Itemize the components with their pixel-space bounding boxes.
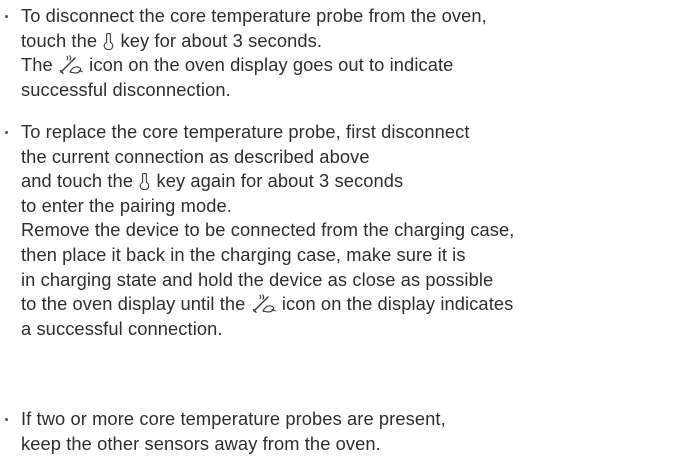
bullet-text: If two or more core temperature probes a… (21, 407, 446, 456)
text-fragment: icon on the display indicates (276, 293, 514, 315)
text-fragment: key for about 3 seconds. (115, 29, 323, 51)
text-fragment: touch the (21, 29, 103, 51)
probe-key-icon (139, 173, 150, 191)
text-line: to the oven display until the icon on th… (21, 292, 514, 317)
text-line: To replace the core temperature probe, f… (21, 121, 470, 142)
bullet-marker (5, 418, 8, 421)
probe-key-icon (103, 32, 114, 50)
text-line: and touch the key again for about 3 seco… (21, 169, 514, 194)
text-line: a successful connection. (21, 317, 223, 339)
probe-connection-icon (252, 294, 276, 314)
text-line: Remove the device to be connected from t… (21, 219, 515, 241)
text-line: then place it back in the charging case,… (21, 243, 466, 265)
text-line: successful disconnection. (21, 78, 231, 100)
bullet-text: To disconnect the core temperature probe… (21, 4, 487, 102)
text-line: in charging state and hold the device as… (21, 268, 494, 290)
text-fragment: key again for about 3 seconds (151, 170, 404, 192)
bullet-marker (5, 131, 8, 134)
probe-connection-icon (59, 55, 83, 75)
text-line: the current connection as described abov… (21, 145, 370, 167)
text-line: The icon on the oven display goes out to… (21, 53, 487, 78)
text-fragment: The (21, 54, 58, 76)
text-fragment: to the oven display until the (21, 293, 251, 315)
text-line: If two or more core temperature probes a… (21, 408, 446, 429)
bullet-text: To replace the core temperature probe, f… (21, 120, 514, 341)
text-fragment: and touch the (21, 170, 139, 192)
text-line: touch the key for about 3 seconds. (21, 29, 487, 54)
text-line: To disconnect the core temperature probe… (21, 5, 487, 26)
bullet-marker (5, 15, 8, 18)
text-fragment: icon on the oven display goes out to ind… (83, 54, 454, 76)
text-line: keep the other sensors away from the ove… (21, 432, 381, 454)
text-line: to enter the pairing mode. (21, 194, 232, 216)
